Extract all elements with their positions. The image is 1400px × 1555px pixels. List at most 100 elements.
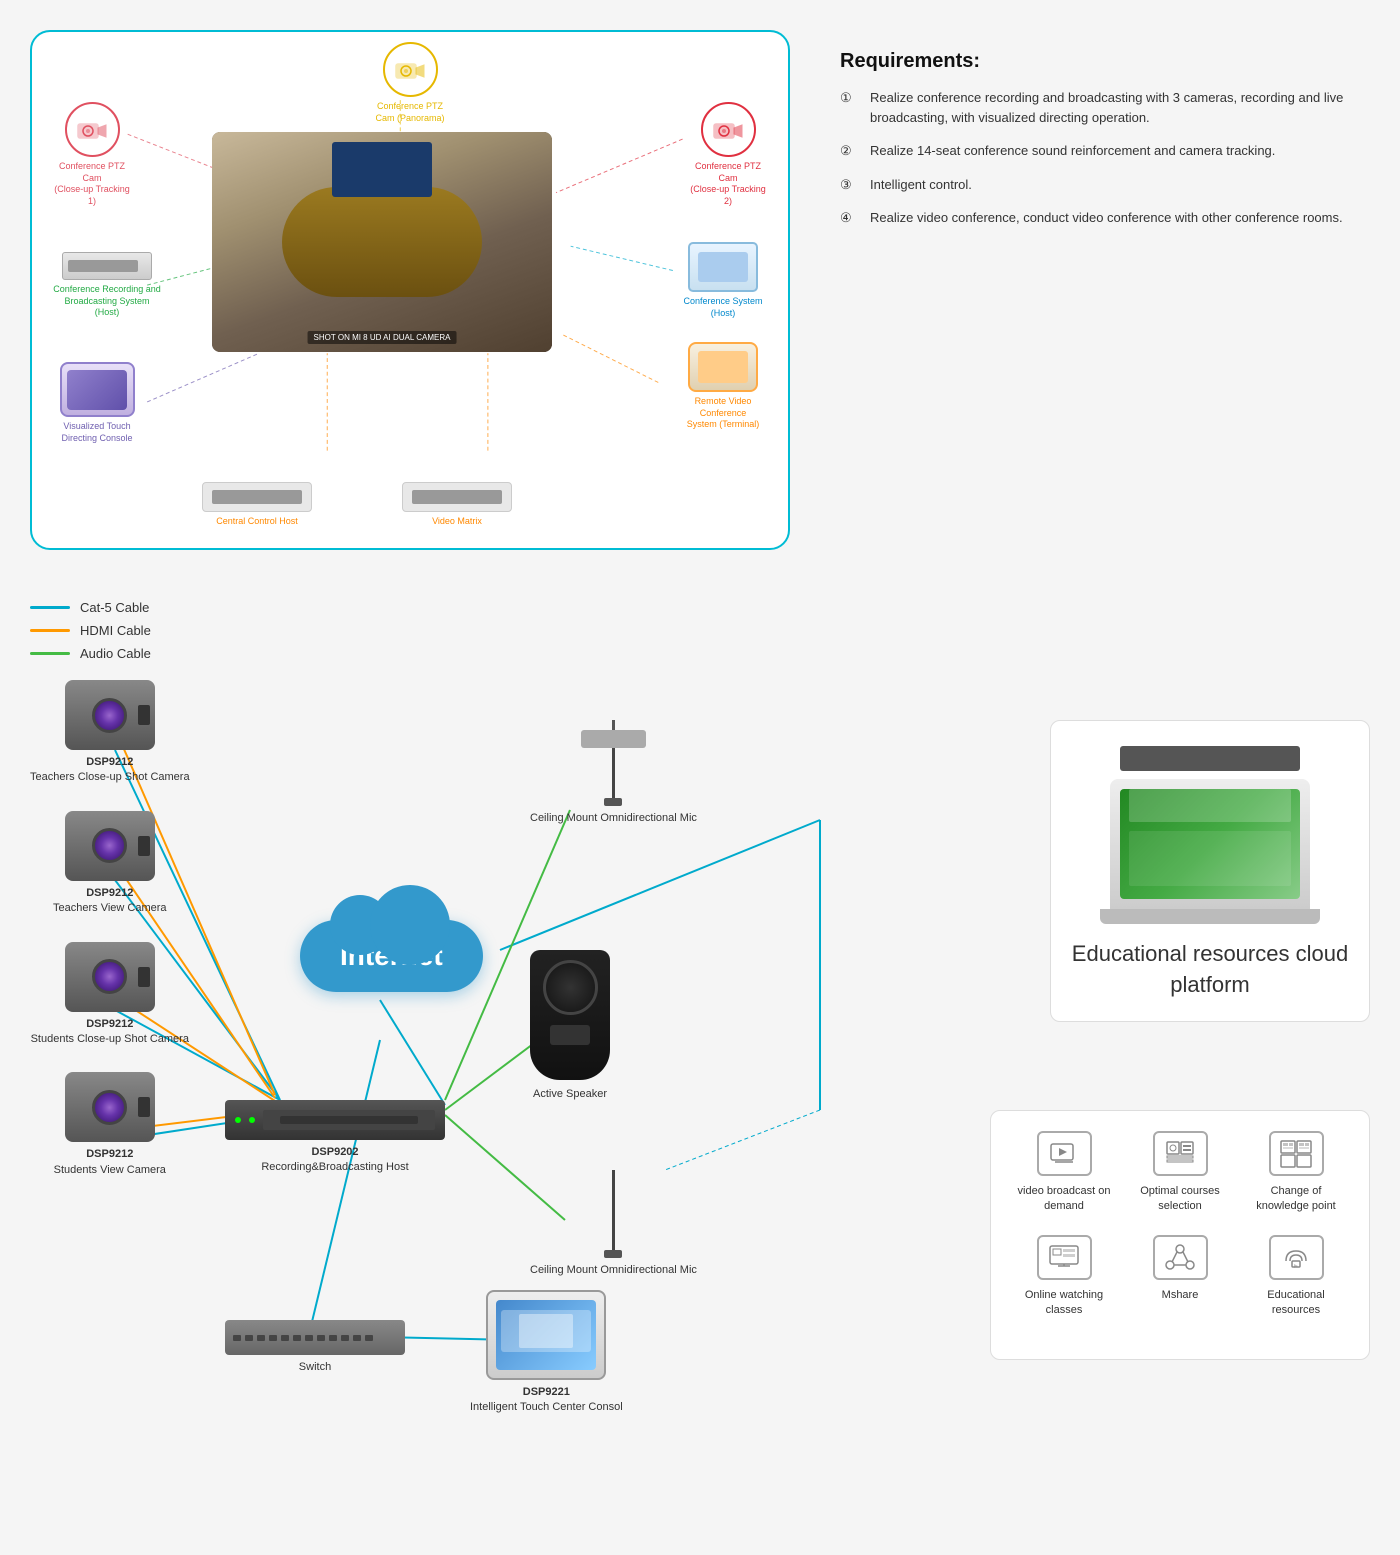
feature-online-watching: Online watching classes (1011, 1235, 1117, 1319)
camera-lens-3 (92, 959, 127, 994)
feature-optimal-courses-label: Optimal courses selection (1127, 1184, 1233, 1215)
online-watching-icon (1037, 1235, 1092, 1280)
feature-knowledge-change-label: Change of knowledge point (1243, 1184, 1349, 1215)
cam-right-label: Conference PTZ Cam(Close-up Tracking 2) (688, 161, 768, 208)
camera-body-3 (65, 942, 155, 1012)
edu-platform-box: Educational resources cloud platform (1050, 720, 1370, 1022)
camera-model-3: DSP9212 Students Close-up Shot Camera (31, 1017, 189, 1048)
switch-port-8 (317, 1335, 325, 1341)
audio-label: Audio Cable (80, 646, 151, 661)
educational-resources-icon (1269, 1235, 1324, 1280)
feature-optimal-courses: Optimal courses selection (1127, 1131, 1233, 1215)
switch-port-11 (353, 1335, 361, 1341)
touch-console-label: Visualized Touch Directing Console (52, 421, 142, 444)
cloud-shape: Internet (300, 920, 483, 992)
switch-port-2 (245, 1335, 253, 1341)
camera-students-view: DSP9212 Students View Camera (30, 1072, 190, 1178)
req-item-1: ① Realize conference recording and broad… (840, 88, 1350, 127)
feature-educational-resources-label: Educational resources (1243, 1288, 1349, 1319)
legend-audio: Audio Cable (30, 646, 151, 661)
rack-led (235, 1117, 241, 1123)
feature-mshare: Mshare (1127, 1235, 1233, 1319)
features-row-1: video broadcast on demand Optimal course… (1011, 1131, 1349, 1215)
feature-knowledge-change: Change of knowledge point (1243, 1131, 1349, 1215)
conference-room-image: SHOT ON MI 8 UD AI DUAL CAMERA (212, 132, 552, 352)
switch-port-6 (293, 1335, 301, 1341)
rack-unit (225, 1100, 445, 1140)
remote-video-conference: Remote Video ConferenceSystem (Terminal) (678, 342, 768, 431)
ceiling-mic-1: Ceiling Mount Omnidirectional Mic (530, 720, 697, 826)
cat5-line (30, 606, 70, 609)
conference-diagram: Conference PTZ Cam (Panorama) Conference… (30, 30, 790, 550)
educational-platform: Educational resources cloud platform (1050, 720, 1370, 1022)
switch-port-7 (305, 1335, 313, 1341)
recording-broadcasting-host: DSP9202 Recording&Broadcasting Host (225, 1100, 445, 1176)
touch-directing-console: Visualized Touch Directing Console (52, 362, 142, 444)
touch-center-console: DSP9221 Intelligent Touch Center Consol (470, 1290, 623, 1416)
video-matrix: Video Matrix (402, 482, 512, 528)
remote-video-label: Remote Video ConferenceSystem (Terminal) (678, 396, 768, 431)
camera-teachers-closeup: DSP9212 Teachers Close-up Shot Camera (30, 680, 190, 786)
conference-ptzcam-left: Conference PTZ Cam(Close-up Tracking 1) (52, 102, 132, 208)
camera-teachers-view: DSP9212 Teachers View Camera (30, 811, 190, 917)
conf-system-label: Conference System(Host) (678, 296, 768, 319)
feature-mshare-label: Mshare (1162, 1288, 1199, 1303)
feature-online-watching-label: Online watching classes (1011, 1288, 1117, 1319)
feature-educational-resources: Educational resources (1243, 1235, 1349, 1319)
camera-column: DSP9212 Teachers Close-up Shot Camera DS… (30, 680, 190, 1198)
switch-port-10 (341, 1335, 349, 1341)
console-body (486, 1290, 606, 1380)
camera-students-closeup: DSP9212 Students Close-up Shot Camera (30, 942, 190, 1048)
hdmi-label: HDMI Cable (80, 623, 151, 638)
ceiling-mic-2: Ceiling Mount Omnidirectional Mic (530, 1170, 697, 1278)
cat5-label: Cat-5 Cable (80, 600, 149, 615)
video-matrix-label: Video Matrix (407, 516, 507, 528)
switch-label: Switch (299, 1360, 331, 1375)
network-switch: Switch (225, 1320, 405, 1375)
camera-lens-2 (92, 828, 127, 863)
conference-system: Conference System(Host) (678, 242, 768, 319)
camera-body-1 (65, 680, 155, 750)
feature-video-broadcast: video broadcast on demand (1011, 1131, 1117, 1215)
switch-port-12 (365, 1335, 373, 1341)
cam-top-label: Conference PTZ Cam (Panorama) (370, 101, 450, 124)
bottom-section: Cat-5 Cable HDMI Cable Audio Cable DSP92… (0, 570, 1400, 1520)
touch-console-device-label: DSP9221 Intelligent Touch Center Consol (470, 1385, 623, 1416)
recording-host-label: DSP9202 Recording&Broadcasting Host (225, 1145, 445, 1176)
shot-label: SHOT ON MI 8 UD AI DUAL CAMERA (308, 331, 457, 344)
mic2-rod (612, 1170, 615, 1250)
camera-lens-4 (92, 1090, 127, 1125)
recording-broadcasting-system: Conference Recording andBroadcasting Sys… (52, 252, 162, 319)
server-bar (1120, 746, 1300, 771)
hdmi-line (30, 629, 70, 632)
speaker-body (530, 950, 610, 1080)
audio-line (30, 652, 70, 655)
requirements-title: Requirements: (840, 50, 1350, 73)
switch-port-4 (269, 1335, 277, 1341)
conference-ptzcam-panorama: Conference PTZ Cam (Panorama) (370, 42, 450, 124)
mic-plate (581, 730, 646, 748)
console-screen (496, 1300, 596, 1370)
laptop-image (1110, 779, 1310, 909)
rack-led-2 (249, 1117, 255, 1123)
cam-left-label: Conference PTZ Cam(Close-up Tracking 1) (52, 161, 132, 208)
feature-video-broadcast-label: video broadcast on demand (1011, 1184, 1117, 1215)
internet-cloud: Internet (300, 920, 483, 992)
internet-label: Internet (340, 940, 443, 971)
optimal-courses-icon (1153, 1131, 1208, 1176)
camera-model-2: DSP9212 Teachers View Camera (53, 886, 167, 917)
recording-sys-label: Conference Recording andBroadcasting Sys… (52, 284, 162, 319)
legend-hdmi: HDMI Cable (30, 623, 151, 638)
legend: Cat-5 Cable HDMI Cable Audio Cable (30, 600, 151, 661)
laptop-screen (1120, 789, 1300, 899)
camera-model-1: DSP9212 Teachers Close-up Shot Camera (30, 755, 190, 786)
switch-port-9 (329, 1335, 337, 1341)
conference-ptzcam-right: Conference PTZ Cam(Close-up Tracking 2) (688, 102, 768, 208)
video-broadcast-icon (1037, 1131, 1092, 1176)
ceiling-mic-2-label: Ceiling Mount Omnidirectional Mic (530, 1263, 697, 1278)
camera-lens-1 (92, 698, 127, 733)
switch-port-5 (281, 1335, 289, 1341)
camera-body-4 (65, 1072, 155, 1142)
features-grid: video broadcast on demand Optimal course… (990, 1110, 1370, 1360)
legend-cat5: Cat-5 Cable (30, 600, 151, 615)
